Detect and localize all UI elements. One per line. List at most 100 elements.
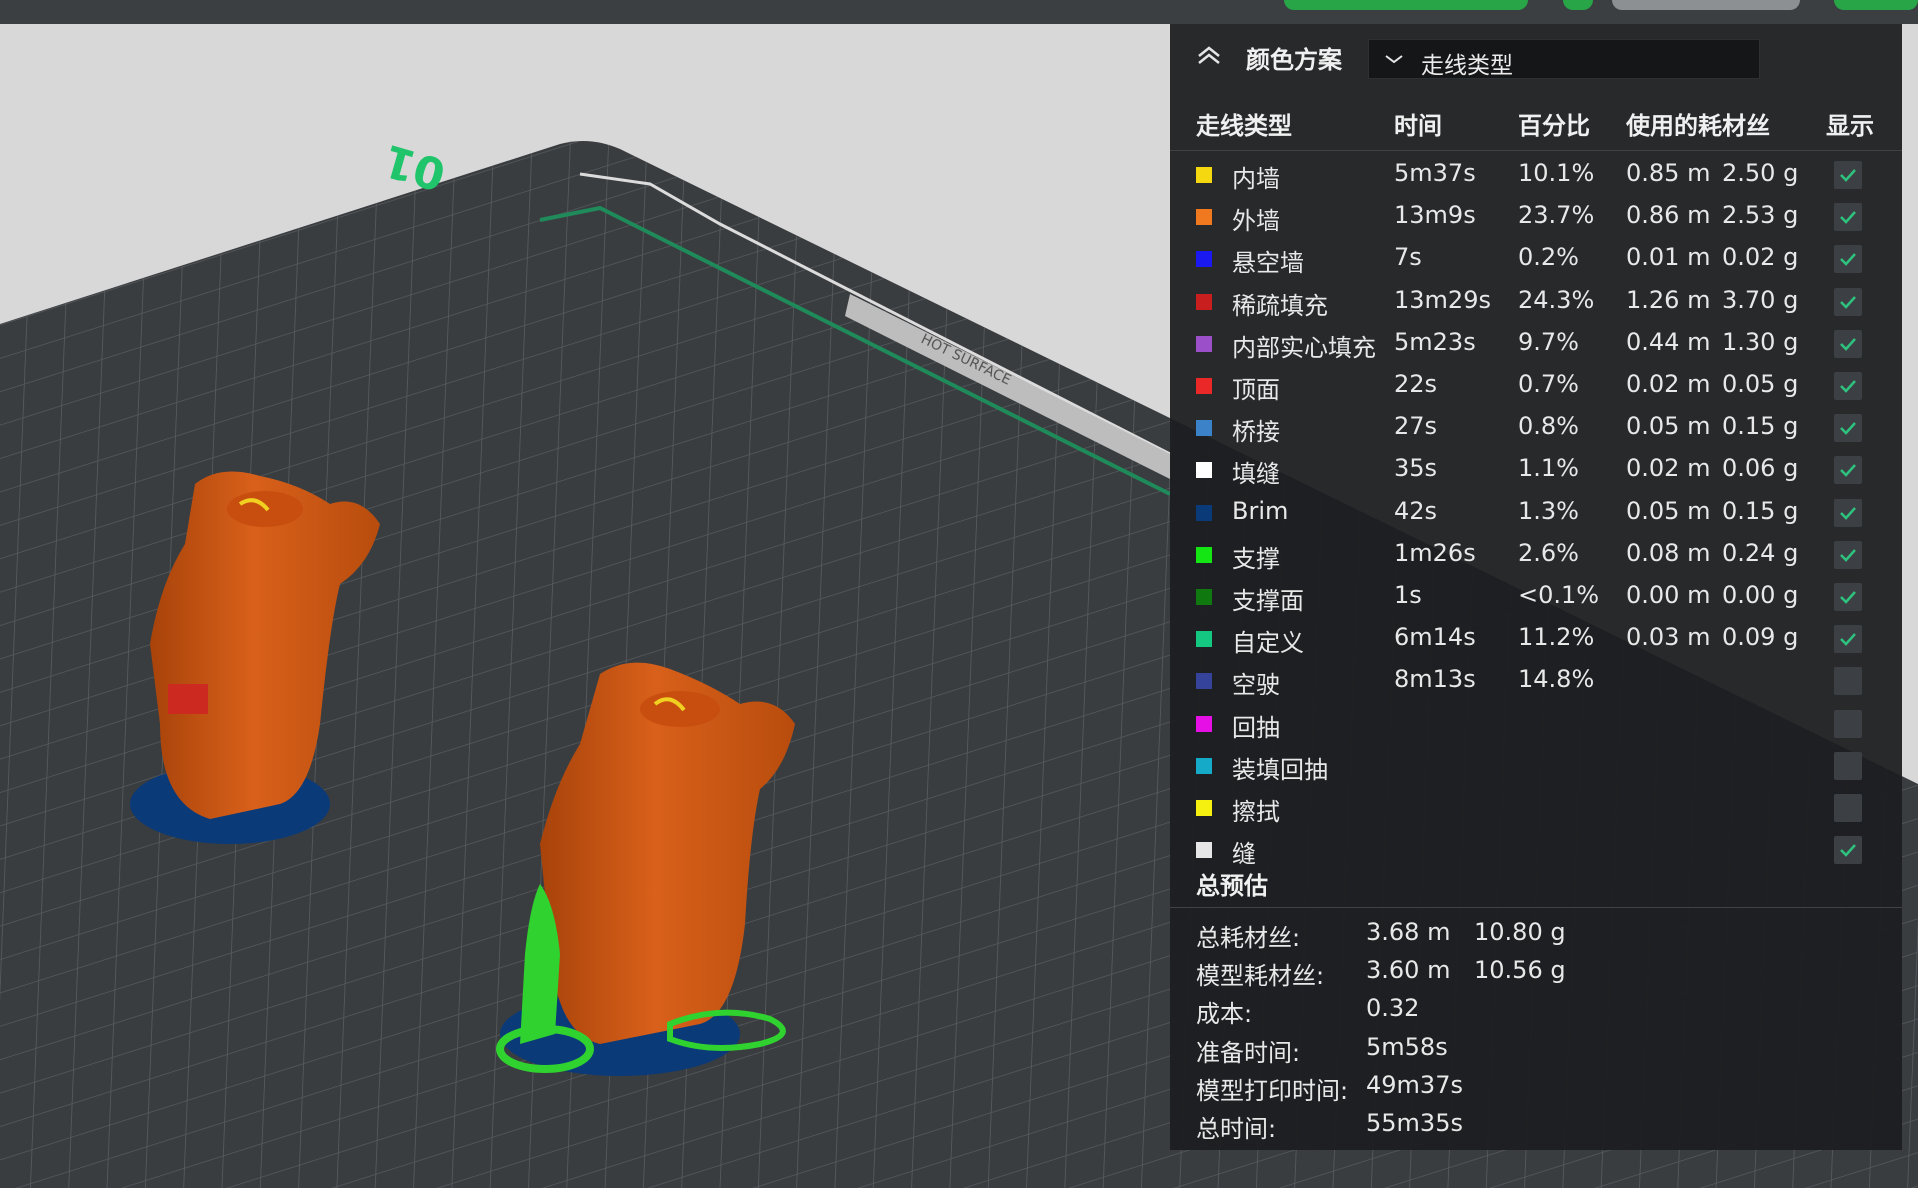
color-scheme-dropdown[interactable]: 走线类型 [1368, 39, 1760, 79]
line-type-time: 7s [1394, 243, 1422, 272]
line-type-name: 顶面 [1232, 376, 1280, 404]
checkmark-icon [1840, 253, 1856, 267]
display-checkbox[interactable] [1834, 583, 1862, 611]
summary-value: 55m35s [1366, 1109, 1463, 1137]
filament-weight: 0.06 g [1722, 454, 1799, 483]
line-type-name: 擦拭 [1232, 798, 1280, 826]
line-type-time: 6m14s [1394, 623, 1476, 652]
filament-weight: 0.24 g [1722, 538, 1799, 567]
checkmark-icon [1840, 506, 1856, 520]
summary-value-secondary: 10.56 g [1474, 956, 1566, 985]
line-type-time: 13m29s [1394, 285, 1491, 314]
display-checkbox[interactable] [1834, 836, 1862, 865]
filament-length: 0.85 m [1626, 159, 1711, 187]
display-checkbox[interactable] [1834, 245, 1862, 274]
line-type-percent: 23.7% [1518, 201, 1595, 230]
line-type-name: 内墙 [1232, 165, 1280, 193]
summary-title: 总预估 [1196, 872, 1268, 900]
legend-row: 内墙 5m37s 10.1% 0.85 m 2.50 g [1170, 154, 1902, 196]
filament-length: 0.44 m [1626, 327, 1711, 356]
legend-row: 自定义 6m14s 11.2% 0.03 m 0.09 g [1170, 618, 1902, 660]
line-type-percent: 14.8% [1518, 665, 1595, 694]
color-swatch [1196, 335, 1212, 352]
line-type-time: 8m13s [1394, 665, 1476, 694]
color-swatch [1196, 462, 1212, 479]
display-checkbox[interactable] [1834, 203, 1862, 232]
display-checkbox[interactable] [1834, 540, 1862, 569]
summary-value-secondary: 10.80 g [1474, 918, 1566, 946]
display-checkbox[interactable] [1834, 498, 1862, 527]
filament-length: 0.01 m [1626, 243, 1711, 272]
legend-row: 内部实心填充 5m23s 9.7% 0.44 m 1.30 g [1170, 323, 1902, 365]
line-type-name: 支撑面 [1232, 587, 1304, 615]
slice-button[interactable] [1284, 0, 1528, 10]
display-checkbox[interactable] [1834, 625, 1862, 654]
display-checkbox[interactable] [1834, 456, 1862, 485]
filament-weight: 0.09 g [1722, 623, 1799, 652]
line-type-name: 悬空墙 [1232, 249, 1304, 278]
summary-label: 模型打印时间: [1196, 1076, 1349, 1105]
filament-weight: 2.50 g [1722, 159, 1799, 187]
checkmark-icon [1840, 591, 1856, 604]
display-checkbox[interactable] [1834, 161, 1862, 189]
line-type-percent: 24.3% [1518, 285, 1595, 314]
collapse-up-icon[interactable] [1196, 44, 1222, 66]
display-checkbox[interactable] [1834, 667, 1862, 696]
color-swatch [1196, 378, 1212, 394]
color-scheme-legend-panel: 颜色方案 走线类型 走线类型 时间 百分比 使用的耗材丝 显示 内墙 5m37s 1… [1170, 24, 1902, 1150]
legend-row: Brim 42s 1.3% 0.05 m 0.15 g [1170, 492, 1902, 534]
line-type-time: 1s [1394, 581, 1422, 609]
line-type-name: 填缝 [1232, 460, 1280, 489]
toolbar-gray-button[interactable] [1612, 0, 1800, 10]
summary-value: 3.60 m [1366, 956, 1451, 985]
checkmark-icon [1840, 337, 1856, 351]
filament-weight: 0.05 g [1722, 370, 1799, 398]
line-type-time: 35s [1394, 454, 1438, 483]
display-checkbox[interactable] [1834, 414, 1862, 443]
display-checkbox[interactable] [1834, 372, 1862, 400]
color-scheme-label: 颜色方案 [1246, 46, 1342, 74]
column-header-filament: 使用的耗材丝 [1626, 112, 1770, 140]
checkmark-icon [1840, 464, 1856, 478]
filament-weight: 0.15 g [1722, 412, 1799, 441]
legend-row: 桥接 27s 0.8% 0.05 m 0.15 g [1170, 407, 1902, 449]
checkmark-icon [1840, 844, 1856, 858]
line-type-time: 42s [1394, 496, 1438, 525]
display-checkbox[interactable] [1834, 287, 1862, 316]
color-swatch [1196, 673, 1212, 690]
display-checkbox[interactable] [1834, 794, 1862, 822]
toolbar-green-button[interactable] [1563, 0, 1593, 10]
summary-row: 准备时间: 5m58s [1170, 1029, 1902, 1067]
legend-row: 支撑 1m26s 2.6% 0.08 m 0.24 g [1170, 534, 1902, 576]
summary-row: 模型打印时间: 49m37s [1170, 1067, 1902, 1105]
line-type-percent: 1.3% [1518, 496, 1579, 525]
filament-length: 0.00 m [1626, 581, 1711, 609]
summary-label: 成本: [1196, 1000, 1253, 1029]
display-checkbox[interactable] [1834, 709, 1862, 738]
line-type-name: 内部实心填充 [1232, 333, 1376, 362]
column-header-line-type: 走线类型 [1196, 112, 1292, 140]
display-checkbox[interactable] [1834, 329, 1862, 358]
color-swatch [1196, 842, 1212, 859]
checkmark-icon [1840, 380, 1856, 393]
color-swatch [1196, 293, 1212, 310]
line-type-percent: 10.1% [1518, 159, 1595, 187]
filament-weight: 0.15 g [1722, 496, 1799, 525]
checkmark-icon [1840, 169, 1856, 182]
line-type-percent: 9.7% [1518, 327, 1579, 356]
color-swatch [1196, 715, 1212, 732]
filament-length: 1.26 m [1626, 285, 1711, 314]
summary-value: 3.68 m [1366, 918, 1451, 946]
line-type-name: 空驶 [1232, 671, 1280, 700]
summary-row: 成本: 0.32 [1170, 990, 1902, 1028]
display-checkbox[interactable] [1834, 751, 1862, 780]
filament-weight: 3.70 g [1722, 285, 1799, 314]
column-header-percent: 百分比 [1518, 112, 1590, 140]
filament-length: 0.03 m [1626, 623, 1711, 652]
summary-divider [1170, 907, 1902, 908]
summary-row: 总耗材丝: 3.68 m 10.80 g [1170, 914, 1902, 952]
color-swatch [1196, 757, 1212, 774]
line-type-time: 1m26s [1394, 538, 1476, 567]
legend-row: 外墙 13m9s 23.7% 0.86 m 2.53 g [1170, 196, 1902, 238]
print-button[interactable] [1834, 0, 1918, 10]
